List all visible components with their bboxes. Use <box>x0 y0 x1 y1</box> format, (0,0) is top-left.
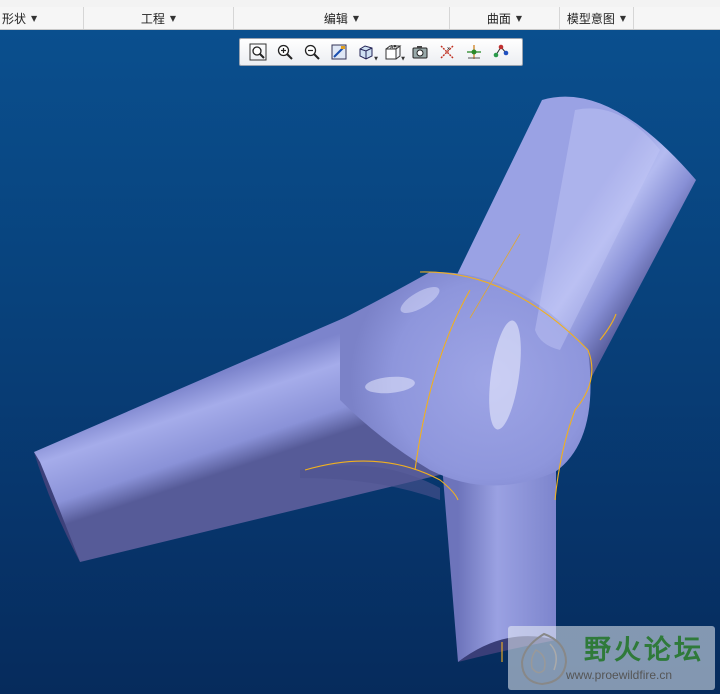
watermark-url: www.proewildfire.cn <box>566 668 673 682</box>
model-canvas[interactable] <box>0 30 720 694</box>
chevron-down-icon: ▼ <box>31 13 38 23</box>
spin-center-button[interactable] <box>462 41 486 63</box>
chevron-down-icon: ▼ <box>169 13 177 23</box>
datum-display-button[interactable]: x <box>435 41 459 63</box>
zoom-in-icon <box>277 44 293 60</box>
svg-text:AB: AB <box>390 45 397 51</box>
zoom-out-button[interactable] <box>300 41 324 63</box>
chevron-down-icon: ▼ <box>619 13 627 23</box>
ribbon-group-surface[interactable]: 曲面 ▼ <box>450 7 560 29</box>
datum-display-icon: x <box>440 45 454 59</box>
ribbon-group-label: 曲面 <box>486 11 511 26</box>
ribbon-group-shape[interactable]: 形状 ▼ <box>0 7 84 29</box>
chevron-down-icon: ▼ <box>352 13 360 23</box>
forum-watermark: 野火论坛 www.proewildfire.cn <box>508 626 715 690</box>
dropdown-arrow-icon: ▼ <box>374 56 378 62</box>
ribbon-group-edit[interactable]: 编辑 ▼ <box>234 7 450 29</box>
chevron-down-icon: ▼ <box>515 13 523 23</box>
display-style-icon <box>359 45 373 60</box>
ribbon-group-label: 模型意图 <box>566 11 615 26</box>
flame-logo-icon <box>520 632 568 686</box>
ribbon-group-engineering[interactable]: 工程 ▼ <box>84 7 234 29</box>
annotation-display-icon <box>493 44 509 58</box>
view-toolbar: ▼ AB ▼ x <box>239 38 523 66</box>
svg-text:x: x <box>447 46 450 52</box>
annotation-display-button[interactable] <box>489 41 513 63</box>
view-manager-icon <box>412 46 428 59</box>
spin-center-icon <box>467 45 481 59</box>
repaint-button[interactable] <box>327 41 351 63</box>
ribbon-group-label: 编辑 <box>323 11 348 26</box>
view-manager-button[interactable] <box>408 41 432 63</box>
zoom-in-button[interactable] <box>273 41 297 63</box>
zoom-refit-icon <box>249 43 267 61</box>
repaint-icon <box>331 44 347 60</box>
ribbon-group-label: 形状 <box>2 11 27 26</box>
zoom-out-icon <box>304 44 320 60</box>
ribbon-group-label: 工程 <box>140 11 165 26</box>
watermark-title: 野火论坛 <box>584 635 704 666</box>
saved-orientations-icon: AB <box>385 45 402 60</box>
dropdown-arrow-icon: ▼ <box>401 56 405 62</box>
zoom-refit-button[interactable] <box>246 41 270 63</box>
display-style-button[interactable]: ▼ <box>354 41 378 63</box>
saved-orientations-button[interactable]: AB ▼ <box>381 41 405 63</box>
ribbon-group-bar: 形状 ▼ 工程 ▼ 编辑 ▼ 曲面 ▼ 模型意图 ▼ <box>0 7 720 30</box>
ribbon-group-model-intent[interactable]: 模型意图 ▼ <box>560 7 634 29</box>
ribbon-group-empty <box>634 7 720 29</box>
